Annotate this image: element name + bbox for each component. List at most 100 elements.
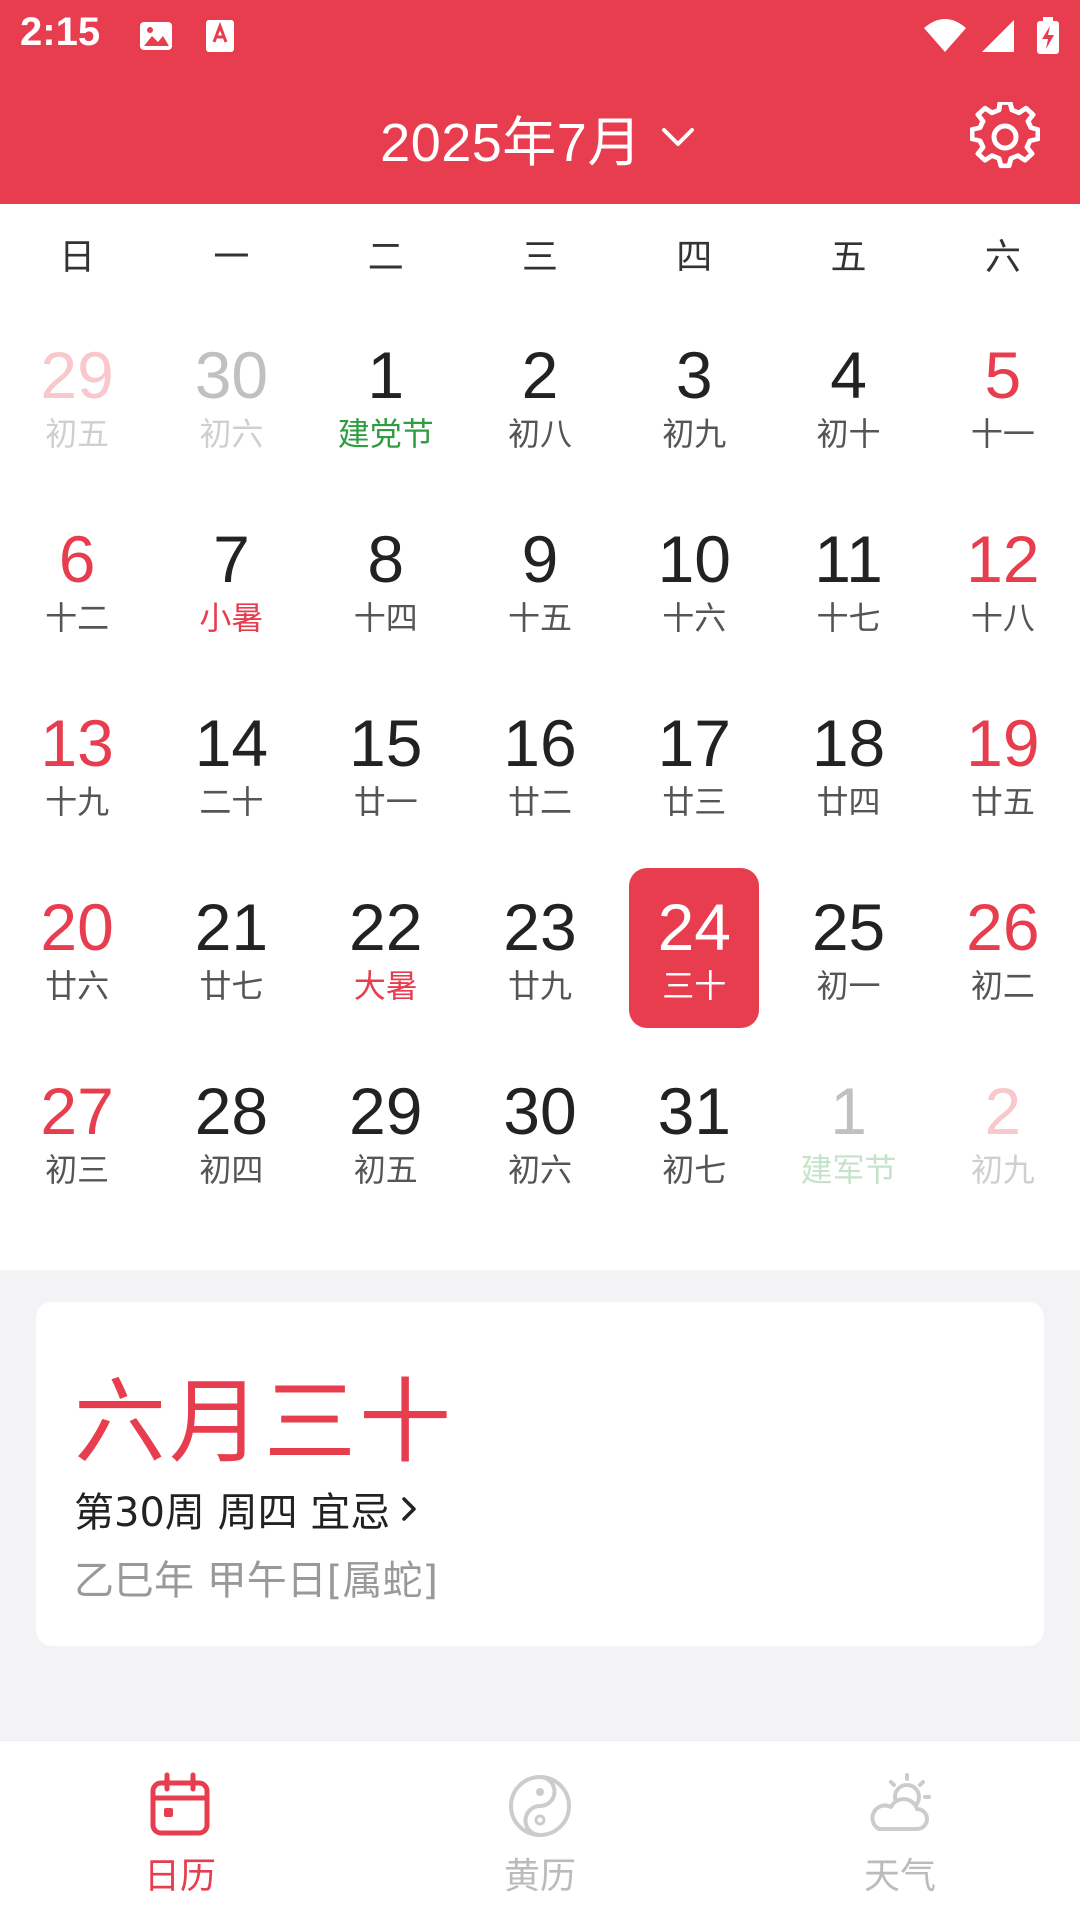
- day-number: 20: [40, 890, 114, 964]
- day-number: 31: [657, 1074, 731, 1148]
- nav-almanac[interactable]: 黄历: [360, 1741, 720, 1921]
- day-cell[interactable]: 22 大暑: [309, 856, 463, 1040]
- lunar-label: 初六: [507, 1151, 572, 1189]
- day-cell[interactable]: 23 廿九: [463, 856, 617, 1040]
- day-cell[interactable]: 17 廿三: [617, 672, 771, 856]
- lunar-label: 建党节: [337, 415, 434, 453]
- lunar-label: 十八: [970, 599, 1035, 637]
- day-cell[interactable]: 30 初六: [463, 1040, 617, 1224]
- day-cell[interactable]: 29 初五: [0, 304, 154, 488]
- weekday-label: 五: [830, 237, 867, 278]
- day-cell[interactable]: 7 小暑: [154, 488, 308, 672]
- lunar-date: 六月三十: [74, 1369, 455, 1476]
- day-cell[interactable]: 25 初一: [771, 856, 925, 1040]
- day-cell[interactable]: 30 初六: [154, 304, 308, 488]
- day-cell[interactable]: 1 建军节: [771, 1040, 925, 1224]
- wifi-icon: [924, 19, 966, 52]
- lunar-label: 十二: [45, 599, 110, 637]
- day-number: 27: [40, 1074, 114, 1148]
- lunar-label: 二十: [199, 783, 264, 821]
- week-info: 第30周 周四 宜忌: [74, 1490, 391, 1536]
- day-cell[interactable]: 26 初二: [926, 856, 1080, 1040]
- nav-weather[interactable]: 天气: [720, 1741, 1080, 1921]
- lunar-label: 初二: [970, 967, 1035, 1005]
- almanac-link[interactable]: 第30周 周四 宜忌: [74, 1480, 424, 1538]
- day-cell[interactable]: 1 建党节: [309, 304, 463, 488]
- lunar-label: 初五: [45, 415, 110, 453]
- bottom-nav: 日历 黄历 天气: [0, 1740, 1080, 1921]
- text-notification-icon: [206, 20, 234, 52]
- day-number: 13: [40, 706, 114, 780]
- day-number: 22: [348, 890, 423, 964]
- day-cell[interactable]: 2 初八: [463, 304, 617, 488]
- lunar-label: 十一: [970, 415, 1035, 453]
- day-cell[interactable]: 4 初十: [771, 304, 925, 488]
- day-number: 29: [40, 338, 114, 412]
- day-cell[interactable]: 14 二十: [154, 672, 308, 856]
- lunar-label: 十九: [45, 783, 110, 821]
- nav-label: 天气: [863, 1856, 936, 1897]
- day-cell[interactable]: 8 十四: [309, 488, 463, 672]
- day-number: 23: [503, 890, 577, 964]
- day-number: 1: [830, 1074, 867, 1148]
- day-detail-card: 六月三十 第30周 周四 宜忌 乙巳年 甲午日[属蛇]: [36, 1302, 1044, 1646]
- day-cell[interactable]: 21 廿七: [154, 856, 308, 1040]
- day-cell[interactable]: 20 廿六: [0, 856, 154, 1040]
- lunar-label: 廿五: [970, 783, 1035, 821]
- day-number: 30: [194, 338, 269, 412]
- weekday-label: 四: [676, 237, 713, 278]
- lunar-label: 初九: [970, 1151, 1035, 1189]
- day-cell[interactable]: 9 十五: [463, 488, 617, 672]
- day-number: 7: [213, 522, 250, 596]
- nav-calendar[interactable]: 日历: [0, 1741, 360, 1921]
- day-number: 6: [58, 522, 96, 596]
- day-cell[interactable]: 6 十二: [0, 488, 154, 672]
- lunar-label: 廿三: [662, 783, 727, 821]
- app-header: 2025年7月: [0, 70, 1080, 204]
- month-picker[interactable]: 2025年7月: [0, 70, 1080, 204]
- nav-label: 日历: [143, 1856, 216, 1897]
- lunar-label: 十六: [662, 599, 727, 637]
- lunar-label: 三十: [662, 967, 727, 1005]
- day-cell[interactable]: 3 初九: [617, 304, 771, 488]
- day-cell[interactable]: 10 十六: [617, 488, 771, 672]
- day-cell[interactable]: 27 初三: [0, 1040, 154, 1224]
- day-cell[interactable]: 16 廿二: [463, 672, 617, 856]
- lunar-label: 十四: [353, 599, 418, 637]
- day-number: 2: [521, 338, 559, 412]
- day-number: 17: [657, 706, 731, 780]
- day-cell[interactable]: 11 十七: [771, 488, 925, 672]
- day-cell[interactable]: 13 十九: [0, 672, 154, 856]
- lunar-label: 初一: [816, 967, 881, 1005]
- lunar-label: 廿七: [199, 967, 264, 1005]
- day-number: 10: [657, 522, 731, 596]
- ganzhi-info: 乙巳年 甲午日[属蛇]: [74, 1558, 438, 1604]
- lunar-label: 初九: [662, 415, 727, 453]
- day-number: 8: [367, 522, 405, 596]
- weekday-label: 六: [984, 237, 1021, 278]
- calendar-grid: 29 初五 30 初六 1 建党节 2 初八 3 初九 4 初十 5 十一 6 十二 7 小暑 8 十四 9 十五 10 十六…: [0, 304, 1080, 1224]
- day-number: 2: [984, 1074, 1022, 1148]
- lunar-label: 初六: [199, 415, 264, 453]
- day-cell[interactable]: 5 十一: [926, 304, 1080, 488]
- day-number: 4: [830, 338, 867, 412]
- lunar-label: 大暑: [353, 967, 418, 1005]
- signal-icon: [982, 20, 1014, 52]
- day-number: 28: [194, 1074, 269, 1148]
- day-cell[interactable]: 29 初五: [309, 1040, 463, 1224]
- day-cell[interactable]: 2 初九: [926, 1040, 1080, 1224]
- lunar-label: 廿九: [507, 967, 572, 1005]
- day-number: 3: [675, 338, 713, 412]
- lunar-label: 建军节: [800, 1151, 897, 1189]
- day-cell[interactable]: 19 廿五: [926, 672, 1080, 856]
- day-cell[interactable]: 12 十八: [926, 488, 1080, 672]
- lunar-label: 初十: [816, 415, 881, 453]
- gear-icon[interactable]: [970, 102, 1040, 172]
- day-cell[interactable]: 18 廿四: [771, 672, 925, 856]
- day-cell[interactable]: 15 廿一: [309, 672, 463, 856]
- day-cell[interactable]: 28 初四: [154, 1040, 308, 1224]
- lunar-label: 小暑: [199, 599, 264, 637]
- day-cell[interactable]: 31 初七: [617, 1040, 771, 1224]
- day-cell-selected[interactable]: 24 三十: [617, 856, 771, 1040]
- lunar-label: 十七: [816, 599, 881, 637]
